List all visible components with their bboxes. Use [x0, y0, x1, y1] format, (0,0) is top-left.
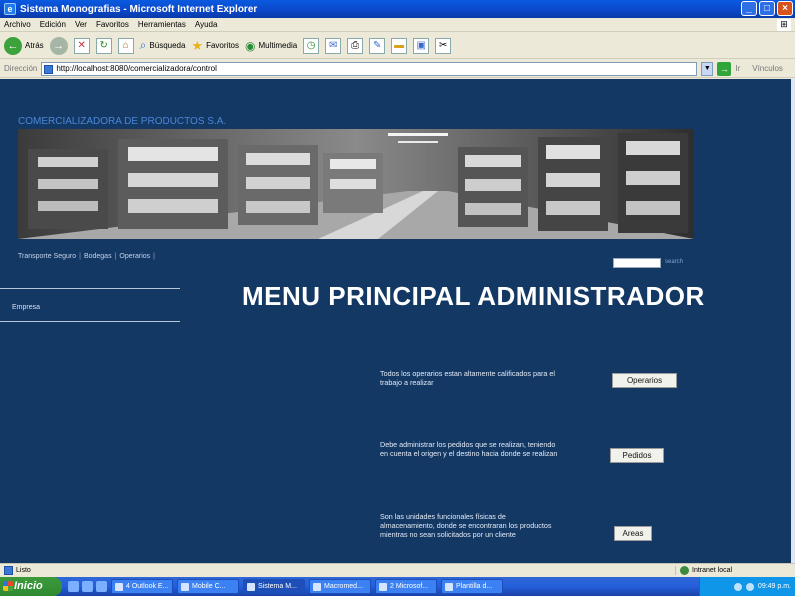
- windows-logo-icon: [3, 581, 13, 591]
- close-button[interactable]: ×: [777, 1, 793, 16]
- security-zone: Intranet local: [675, 566, 785, 575]
- maximize-button[interactable]: □: [759, 1, 775, 16]
- edit-icon[interactable]: ✎: [369, 37, 386, 54]
- history-icon[interactable]: ◷: [303, 37, 320, 54]
- minimize-button[interactable]: _: [741, 1, 757, 16]
- window-controls: _ □ ×: [741, 1, 793, 16]
- star-icon: ★: [191, 37, 204, 53]
- areas-description: Son las unidades funcionales físicas de …: [380, 512, 552, 539]
- favorites-button[interactable]: ★ Favoritos: [191, 38, 239, 54]
- top-navigation: Transporte Seguro | Bodegas | Operarios …: [18, 253, 155, 260]
- page-icon: [44, 64, 54, 74]
- nav-bodegas[interactable]: Bodegas: [84, 253, 112, 260]
- quick-launch: [68, 581, 107, 592]
- page-title: MENU PRINCIPAL ADMINISTRADOR: [242, 281, 705, 311]
- sidebar-divider-bottom: [0, 321, 180, 322]
- quick-launch-ie-icon[interactable]: [68, 581, 79, 592]
- menu-edicion[interactable]: Edición: [40, 20, 66, 29]
- title-bar[interactable]: e Sistema Monografias - Microsoft Intern…: [0, 0, 795, 18]
- mail-icon[interactable]: ✉: [325, 37, 342, 54]
- menu-herramientas[interactable]: Herramientas: [138, 20, 186, 29]
- tray-volume-icon[interactable]: [745, 582, 754, 591]
- nav-transporte-seguro[interactable]: Transporte Seguro: [18, 253, 76, 260]
- home-icon[interactable]: ⌂: [117, 37, 134, 54]
- task-macromedia[interactable]: Macromed...: [309, 579, 371, 594]
- page-content: COMERCIALIZADORA DE PRODUCTOS S.A. Trans…: [0, 79, 791, 563]
- toolbar: ← Atrás → ✕ ↻ ⌂ ⌕ Búsqueda ★ Favoritos ◉…: [0, 33, 795, 59]
- print-icon[interactable]: ⎙: [347, 37, 364, 54]
- quick-launch-desktop-icon[interactable]: [96, 581, 107, 592]
- quick-launch-media-icon[interactable]: [82, 581, 93, 592]
- window-title: Sistema Monografias - Microsoft Internet…: [20, 3, 258, 15]
- search-button[interactable]: ⌕ Búsqueda: [140, 38, 186, 53]
- menu-ver[interactable]: Ver: [75, 20, 87, 29]
- menu-ayuda[interactable]: Ayuda: [195, 20, 218, 29]
- multimedia-icon: ◉: [245, 38, 256, 53]
- search-link[interactable]: search: [665, 259, 683, 265]
- nav-operarios[interactable]: Operarios: [119, 253, 150, 260]
- address-dropdown-icon[interactable]: ▼: [701, 61, 714, 76]
- page-status-icon: [4, 566, 13, 575]
- status-bar: Listo Intranet local: [0, 563, 795, 577]
- forward-button[interactable]: →: [49, 36, 68, 55]
- refresh-icon[interactable]: ↻: [95, 37, 112, 54]
- task-plantilla[interactable]: Plantilla d...: [441, 579, 503, 594]
- menu-favoritos[interactable]: Favoritos: [96, 20, 129, 29]
- back-arrow-icon: ←: [4, 36, 22, 55]
- task-sistema[interactable]: Sistema M...: [243, 579, 305, 594]
- go-button[interactable]: Ir: [735, 64, 740, 73]
- stop-icon[interactable]: ✕: [73, 37, 90, 54]
- start-button[interactable]: Inicio: [0, 577, 62, 596]
- task-microsoft[interactable]: 2 Microsof...: [375, 579, 437, 594]
- search-input[interactable]: [613, 258, 661, 268]
- sidebar-item-empresa[interactable]: Empresa: [12, 304, 40, 311]
- company-name: COMERCIALIZADORA DE PRODUCTOS S.A.: [18, 116, 227, 127]
- vertical-scrollbar[interactable]: [791, 79, 795, 563]
- tray-network-icon[interactable]: [733, 582, 742, 591]
- ie-logo-icon: e: [4, 3, 16, 15]
- system-tray: 09:49 p.m.: [699, 577, 795, 596]
- multimedia-button[interactable]: ◉ Multimedia: [245, 39, 297, 53]
- menu-archivo[interactable]: Archivo: [4, 20, 31, 29]
- address-bar: Dirección http://localhost:8080/comercia…: [0, 60, 795, 78]
- go-arrow-icon[interactable]: →: [717, 61, 732, 76]
- task-mobile[interactable]: Mobile C...: [177, 579, 239, 594]
- menu-bar: Archivo Edición Ver Favoritos Herramient…: [0, 18, 795, 32]
- pedidos-button[interactable]: Pedidos: [610, 448, 664, 463]
- browser-window: e Sistema Monografias - Microsoft Intern…: [0, 0, 795, 596]
- operarios-description: Todos los operarios estan altamente cali…: [380, 369, 555, 387]
- areas-button[interactable]: Areas: [614, 526, 652, 541]
- address-url: http://localhost:8080/comercializadora/c…: [56, 63, 217, 73]
- back-button[interactable]: ← Atrás: [4, 36, 44, 55]
- status-text: Listo: [16, 567, 31, 574]
- address-label: Dirección: [4, 64, 38, 73]
- messenger-icon[interactable]: ▣: [413, 37, 430, 54]
- zone-label: Intranet local: [692, 567, 733, 574]
- windows-flag-icon: ⊞: [777, 19, 791, 31]
- tools-icon[interactable]: ✂: [435, 37, 452, 54]
- sidebar-divider-top: [0, 288, 180, 289]
- operarios-button[interactable]: Operarios: [612, 373, 677, 388]
- clock: 09:49 p.m.: [757, 583, 791, 590]
- task-outlook[interactable]: 4 Outlook E...: [111, 579, 173, 594]
- pedidos-description: Debe administrar los pedidos que se real…: [380, 440, 558, 458]
- warehouse-banner-image: [18, 129, 694, 239]
- intranet-icon: [680, 566, 689, 575]
- search-icon: ⌕: [139, 38, 147, 52]
- folder-icon[interactable]: ▬: [391, 37, 408, 54]
- address-input[interactable]: http://localhost:8080/comercializadora/c…: [41, 61, 698, 76]
- taskbar: Inicio 4 Outlook E... Mobile C... Sistem…: [0, 577, 795, 596]
- links-button[interactable]: Vínculos: [752, 64, 783, 73]
